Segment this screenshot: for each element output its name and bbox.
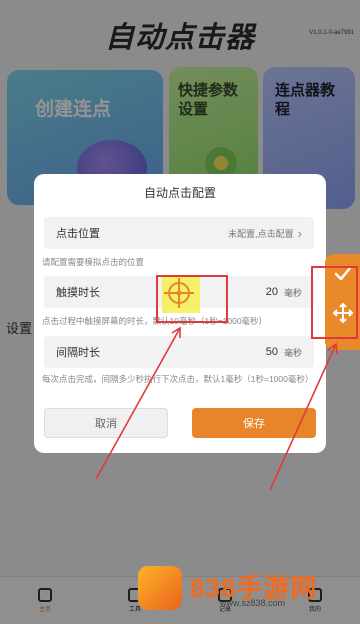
interval-duration-row[interactable]: 间隔时长 50 毫秒 [44,336,314,368]
interval-duration-hint: 每次点击完成，间隔多少秒执行下次点击，默认1毫秒（1秒=1000毫秒） [42,374,314,384]
float-annotation-box [311,266,358,339]
watermark-logo [138,566,182,610]
chevron-right-icon: › [297,225,302,241]
cancel-button[interactable]: 取消 [44,408,168,438]
target-annotation-box [156,275,228,323]
interval-duration-unit: 毫秒 [283,347,302,358]
touch-duration-unit: 毫秒 [283,287,302,298]
interval-duration-label: 间隔时长 [56,347,100,359]
watermark: 838手游网 www.sz838.com [138,566,360,614]
click-position-label: 点击位置 [56,228,100,240]
click-position-row[interactable]: 点击位置 未配置,点击配置 › [44,217,314,249]
click-position-status: 未配置,点击配置 [228,228,294,239]
watermark-url: www.sz838.com [220,598,286,608]
save-button[interactable]: 保存 [192,408,316,438]
interval-duration-value[interactable]: 50 [266,346,278,358]
dialog-title: 自动点击配置 [143,186,216,200]
touch-duration-value[interactable]: 20 [266,286,278,298]
click-position-hint: 请配置需要模拟点击的位置 [42,257,145,267]
